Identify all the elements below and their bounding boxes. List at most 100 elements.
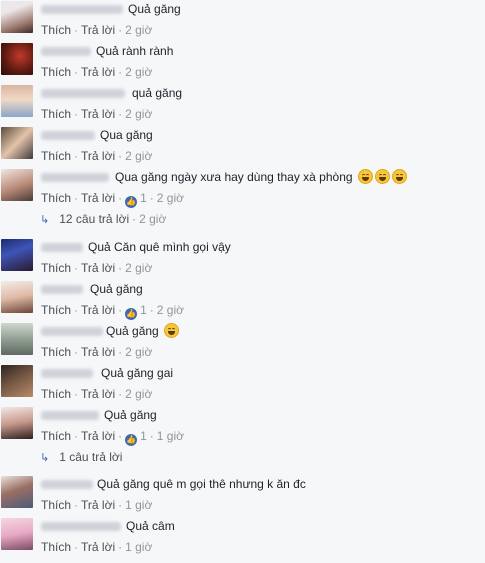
- avatar[interactable]: [1, 85, 33, 117]
- separator: ·: [74, 387, 79, 401]
- comment-text: Quả găng: [104, 408, 157, 422]
- comment-text: Quả găng quê m gọi thê nhưng k ăn đc: [97, 477, 306, 491]
- comment-actions: Thích · Trả lời · 1 giờ: [41, 497, 152, 513]
- like-link[interactable]: Thích: [41, 303, 71, 317]
- like-count[interactable]: 1: [140, 191, 147, 205]
- comment-item: Quả găng quê m gọi thê nhưng k ăn đc Thí…: [0, 476, 485, 518]
- grinning-face-icon: [374, 169, 390, 184]
- like-link[interactable]: Thích: [41, 345, 71, 359]
- separator: ·: [118, 498, 123, 512]
- comment-actions: Thích · Trả lời · 2 giờ: [41, 64, 152, 80]
- like-link[interactable]: Thích: [41, 191, 71, 205]
- blurred-author-name: [41, 5, 123, 14]
- separator: ·: [74, 191, 79, 205]
- view-replies-link[interactable]: ↳ 12 câu trả lời · 2 giờ: [40, 211, 166, 227]
- avatar[interactable]: [1, 323, 33, 355]
- reply-link[interactable]: Trả lời: [81, 65, 115, 79]
- timestamp[interactable]: 2 giờ: [125, 149, 152, 163]
- separator: ·: [118, 261, 123, 275]
- separator: ·: [74, 345, 79, 359]
- reply-link[interactable]: Trả lời: [81, 191, 115, 205]
- timestamp[interactable]: 2 giờ: [125, 387, 152, 401]
- blurred-author-name: [41, 285, 83, 294]
- reply-link[interactable]: Trả lời: [81, 303, 115, 317]
- like-link[interactable]: Thích: [41, 261, 71, 275]
- comment-actions: Thích · Trả lời · 2 giờ: [41, 148, 152, 164]
- comment-actions: Thích · Trả lời · 👍 1 · 1 giờ: [41, 428, 184, 446]
- reply-link[interactable]: Trả lời: [81, 261, 115, 275]
- like-link[interactable]: Thích: [41, 498, 71, 512]
- timestamp[interactable]: 1 giờ: [125, 540, 152, 554]
- separator: ·: [118, 303, 123, 317]
- blurred-author-name: [41, 173, 109, 182]
- reply-arrow-icon: ↳: [40, 214, 50, 226]
- timestamp[interactable]: 1 giờ: [125, 498, 152, 512]
- blurred-author-name: [41, 369, 93, 378]
- avatar[interactable]: [1, 407, 33, 439]
- avatar[interactable]: [1, 169, 33, 201]
- comment-text: Quả câm: [126, 519, 175, 533]
- like-link[interactable]: Thích: [41, 65, 71, 79]
- comment-item: Quả găng Thích · Trả lời · 👍 1 · 1 giờ: [0, 407, 485, 449]
- reply-link[interactable]: Trả lời: [81, 387, 115, 401]
- grinning-face-icon: [391, 169, 407, 184]
- like-link[interactable]: Thích: [41, 107, 71, 121]
- replies-count[interactable]: 12 câu trả lời: [59, 212, 129, 226]
- avatar[interactable]: [1, 518, 33, 550]
- like-link[interactable]: Thích: [41, 387, 71, 401]
- like-link[interactable]: Thích: [41, 429, 71, 443]
- comment-text: Qua găng: [100, 128, 153, 142]
- avatar[interactable]: [1, 365, 33, 397]
- comment-text: Quả găng: [128, 2, 181, 16]
- separator: ·: [74, 65, 79, 79]
- blurred-author-name: [41, 411, 99, 420]
- timestamp[interactable]: 2 giờ: [125, 261, 152, 275]
- timestamp[interactable]: 2 giờ: [125, 65, 152, 79]
- comment-item: Quả Căn quê mình gọi vậy Thích · Trả lời · 2…: [0, 239, 485, 281]
- reply-arrow-icon: ↳: [40, 452, 50, 464]
- reply-link[interactable]: Trả lời: [81, 540, 115, 554]
- reply-link[interactable]: Trả lời: [81, 149, 115, 163]
- avatar[interactable]: [1, 1, 33, 33]
- like-count[interactable]: 1: [140, 429, 147, 443]
- thumbs-up-icon[interactable]: 👍: [125, 434, 138, 446]
- blurred-author-name: [41, 47, 91, 56]
- view-replies-link[interactable]: ↳ 1 câu trả lời: [40, 449, 122, 465]
- reply-link[interactable]: Trả lời: [81, 429, 115, 443]
- blurred-author-name: [41, 131, 95, 140]
- like-link[interactable]: Thích: [41, 540, 71, 554]
- separator: ·: [118, 23, 123, 37]
- reply-link[interactable]: Trả lời: [81, 498, 115, 512]
- thumbs-up-icon[interactable]: 👍: [125, 308, 138, 320]
- timestamp[interactable]: 2 giờ: [125, 345, 152, 359]
- timestamp[interactable]: 2 giờ: [157, 303, 184, 317]
- comment-item: Quả găng Thích · Trả lời · 2 giờ: [0, 1, 485, 43]
- separator: ·: [118, 65, 123, 79]
- timestamp[interactable]: 1 giờ: [157, 429, 184, 443]
- separator: ·: [74, 429, 79, 443]
- comment-actions: Thích · Trả lời · 2 giờ: [41, 260, 152, 276]
- thumbs-up-icon[interactable]: 👍: [125, 196, 138, 208]
- replies-count[interactable]: 1 câu trả lời: [59, 450, 122, 464]
- comment-item: Quả găng gai Thích · Trả lời · 2 giờ: [0, 365, 485, 407]
- separator: ·: [132, 212, 137, 226]
- comment-text: Quả găng: [90, 282, 143, 296]
- like-count[interactable]: 1: [140, 303, 147, 317]
- timestamp[interactable]: 2 giờ: [125, 23, 152, 37]
- timestamp[interactable]: 2 giờ: [125, 107, 152, 121]
- separator: ·: [118, 149, 123, 163]
- avatar[interactable]: [1, 281, 33, 313]
- separator: ·: [149, 303, 154, 317]
- avatar[interactable]: [1, 476, 33, 508]
- comment-actions: Thích · Trả lời · 2 giờ: [41, 106, 152, 122]
- reply-link[interactable]: Trả lời: [81, 107, 115, 121]
- avatar[interactable]: [1, 127, 33, 159]
- timestamp[interactable]: 2 giờ: [157, 191, 184, 205]
- reply-link[interactable]: Trả lời: [81, 23, 115, 37]
- like-link[interactable]: Thích: [41, 23, 71, 37]
- avatar[interactable]: [1, 239, 33, 271]
- like-link[interactable]: Thích: [41, 149, 71, 163]
- avatar[interactable]: [1, 43, 33, 75]
- separator: ·: [118, 191, 123, 205]
- reply-link[interactable]: Trả lời: [81, 345, 115, 359]
